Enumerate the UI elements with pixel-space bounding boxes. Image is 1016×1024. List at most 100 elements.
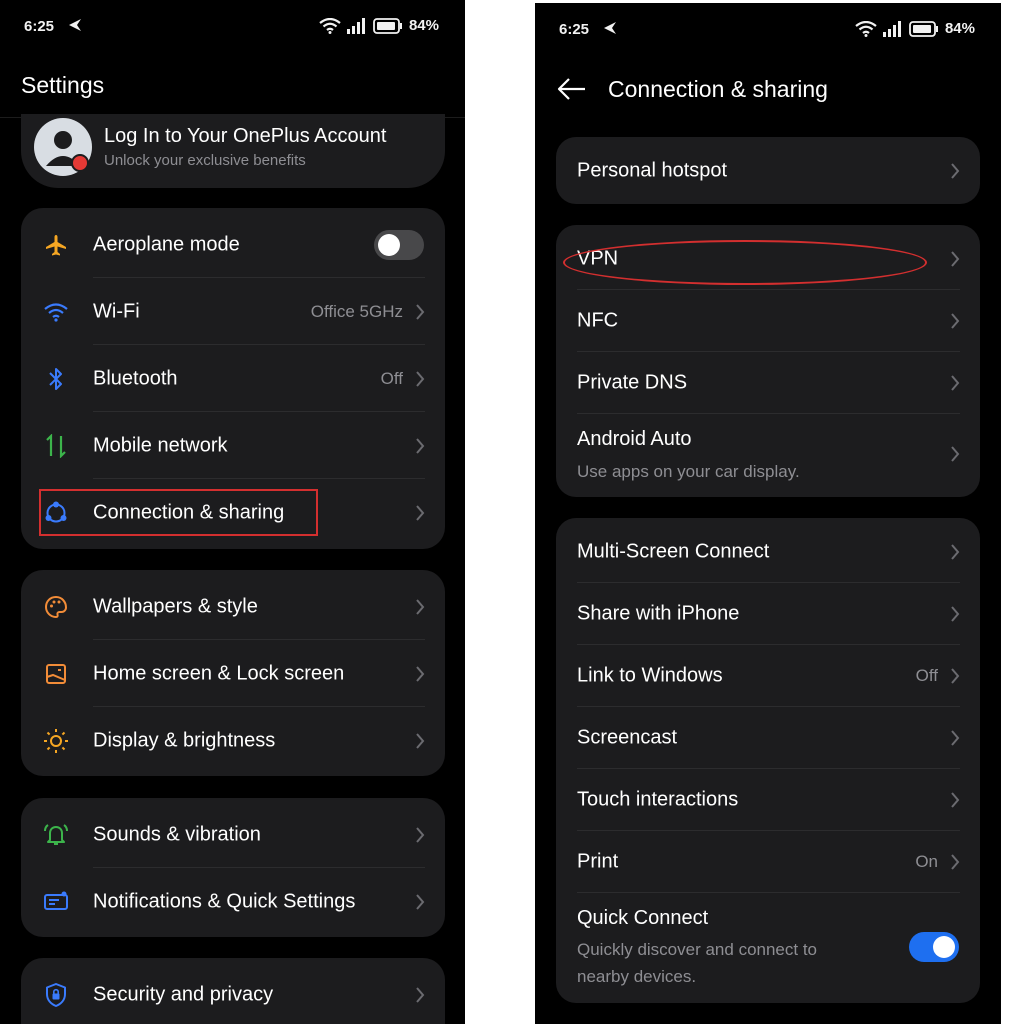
airplane-icon bbox=[43, 232, 69, 258]
android-auto-subtitle: Use apps on your car display. bbox=[577, 462, 800, 481]
mobile-network-row[interactable]: Mobile network bbox=[21, 412, 445, 479]
palette-icon bbox=[43, 594, 69, 620]
link-to-windows-label: Link to Windows bbox=[577, 664, 723, 687]
personal-hotspot-label: Personal hotspot bbox=[577, 159, 728, 182]
chevron-right-icon bbox=[951, 375, 960, 391]
link-to-windows-row[interactable]: Link to Windows Off bbox=[556, 645, 980, 707]
wallpapers-style-row[interactable]: Wallpapers & style bbox=[21, 573, 445, 640]
share-with-iphone-row[interactable]: Share with iPhone bbox=[556, 583, 980, 645]
highlight-vpn bbox=[563, 240, 927, 285]
home-lock-screen-label: Home screen & Lock screen bbox=[93, 662, 345, 684]
bluetooth-value: Off bbox=[380, 368, 403, 388]
chevron-right-icon bbox=[951, 854, 960, 870]
nfc-label: NFC bbox=[577, 309, 619, 332]
security-privacy-label: Security and privacy bbox=[93, 983, 274, 1005]
wifi-network-value: Office 5GHz bbox=[310, 301, 403, 321]
nfc-row[interactable]: NFC bbox=[556, 290, 980, 352]
link-to-windows-value: Off bbox=[915, 666, 938, 685]
status-bar: 6:25 84% bbox=[0, 0, 465, 52]
notification-badge bbox=[71, 154, 89, 172]
chevron-right-icon bbox=[416, 437, 425, 454]
wifi-status-icon bbox=[319, 17, 341, 34]
aeroplane-mode-label: Aeroplane mode bbox=[93, 233, 240, 255]
bluetooth-row[interactable]: Bluetooth Off bbox=[21, 345, 445, 412]
bell-icon bbox=[43, 822, 69, 848]
quick-connect-subtitle-line1: Quickly discover and connect to bbox=[577, 940, 818, 959]
chevron-right-icon bbox=[951, 251, 960, 267]
private-dns-row[interactable]: Private DNS bbox=[556, 352, 980, 414]
page-header: Connection & sharing bbox=[535, 55, 1001, 127]
screencast-row[interactable]: Screencast bbox=[556, 707, 980, 769]
page-title: Settings bbox=[21, 72, 105, 98]
status-time: 6:25 bbox=[559, 21, 590, 38]
account-card[interactable]: Log In to Your OnePlus Account Unlock yo… bbox=[21, 114, 445, 188]
quick-connect-row[interactable]: Quick Connect Quickly discover and conne… bbox=[556, 893, 980, 1001]
settings-screen: 6:25 84% Settings Log In to Your OnePlus… bbox=[0, 0, 465, 1024]
chevron-right-icon bbox=[951, 792, 960, 808]
display-brightness-row[interactable]: Display & brightness bbox=[21, 707, 445, 774]
shield-icon bbox=[43, 982, 69, 1008]
account-title: Log In to Your OnePlus Account bbox=[104, 125, 387, 147]
chevron-right-icon bbox=[416, 504, 425, 521]
wifi-status-icon bbox=[855, 20, 877, 37]
quick-connect-toggle[interactable] bbox=[909, 932, 959, 962]
notifications-quick-settings-row[interactable]: Notifications & Quick Settings bbox=[21, 868, 445, 935]
display-brightness-label: Display & brightness bbox=[93, 729, 276, 751]
bluetooth-label: Bluetooth bbox=[93, 367, 178, 389]
print-row[interactable]: Print On bbox=[556, 831, 980, 893]
sound-notification-group: Sounds & vibration Notifications & Quick… bbox=[21, 798, 445, 937]
chevron-right-icon bbox=[951, 668, 960, 684]
signal-icon bbox=[882, 20, 903, 37]
chevron-right-icon bbox=[416, 665, 425, 682]
home-lock-screen-row[interactable]: Home screen & Lock screen bbox=[21, 640, 445, 707]
status-time: 6:25 bbox=[24, 18, 55, 35]
sounds-vibration-label: Sounds & vibration bbox=[93, 823, 261, 845]
quick-connect-subtitle-line2: nearby devices. bbox=[577, 967, 697, 986]
print-value: On bbox=[915, 852, 938, 871]
private-dns-label: Private DNS bbox=[577, 371, 688, 394]
chevron-right-icon bbox=[416, 826, 425, 843]
signal-icon bbox=[346, 17, 367, 34]
chevron-right-icon bbox=[951, 606, 960, 622]
wifi-row[interactable]: Wi-Fi Office 5GHz bbox=[21, 278, 445, 345]
touch-interactions-row[interactable]: Touch interactions bbox=[556, 769, 980, 831]
sun-icon bbox=[43, 728, 69, 754]
aeroplane-mode-row[interactable]: Aeroplane mode bbox=[21, 211, 445, 278]
chevron-right-icon bbox=[951, 163, 960, 179]
battery-percent: 84% bbox=[408, 17, 439, 34]
aeroplane-mode-toggle[interactable] bbox=[374, 229, 424, 260]
page-title: Connection & sharing bbox=[608, 76, 828, 102]
chevron-right-icon bbox=[416, 893, 425, 910]
sounds-vibration-row[interactable]: Sounds & vibration bbox=[21, 801, 445, 868]
multi-screen-connect-row[interactable]: Multi-Screen Connect bbox=[556, 521, 980, 583]
wifi-label: Wi-Fi bbox=[93, 300, 140, 322]
navigation-arrow-icon bbox=[603, 21, 617, 35]
battery-percent: 84% bbox=[944, 20, 975, 37]
android-auto-row[interactable]: Android Auto Use apps on your car displa… bbox=[556, 414, 980, 494]
chevron-right-icon bbox=[416, 986, 425, 1003]
page-header: Settings bbox=[0, 52, 465, 118]
chevron-right-icon bbox=[951, 446, 960, 462]
print-label: Print bbox=[577, 850, 619, 873]
highlight-connection-sharing bbox=[39, 489, 318, 536]
battery-icon bbox=[909, 20, 939, 37]
touch-interactions-label: Touch interactions bbox=[577, 788, 739, 811]
personalization-group: Wallpapers & style Home screen & Lock sc… bbox=[21, 570, 445, 776]
chevron-right-icon bbox=[416, 732, 425, 749]
status-bar: 6:25 84% bbox=[535, 3, 1001, 55]
chevron-right-icon bbox=[951, 313, 960, 329]
multi-screen-connect-label: Multi-Screen Connect bbox=[577, 540, 770, 563]
personal-hotspot-row[interactable]: Personal hotspot bbox=[556, 140, 980, 202]
chevron-right-icon bbox=[416, 303, 425, 320]
hotspot-group: Personal hotspot bbox=[556, 137, 980, 204]
share-with-iphone-label: Share with iPhone bbox=[577, 602, 740, 625]
security-privacy-row[interactable]: Security and privacy bbox=[21, 961, 445, 1024]
mobile-network-label: Mobile network bbox=[93, 434, 228, 456]
notifications-icon bbox=[43, 889, 69, 915]
wifi-icon bbox=[43, 299, 69, 325]
chevron-right-icon bbox=[416, 598, 425, 615]
connection-sharing-screen: 6:25 84% Connection & sharing Personal h… bbox=[535, 3, 1001, 1024]
back-arrow-icon[interactable] bbox=[557, 77, 587, 101]
device-connection-group: Multi-Screen Connect Share with iPhone L… bbox=[556, 518, 980, 1003]
chevron-right-icon bbox=[951, 544, 960, 560]
